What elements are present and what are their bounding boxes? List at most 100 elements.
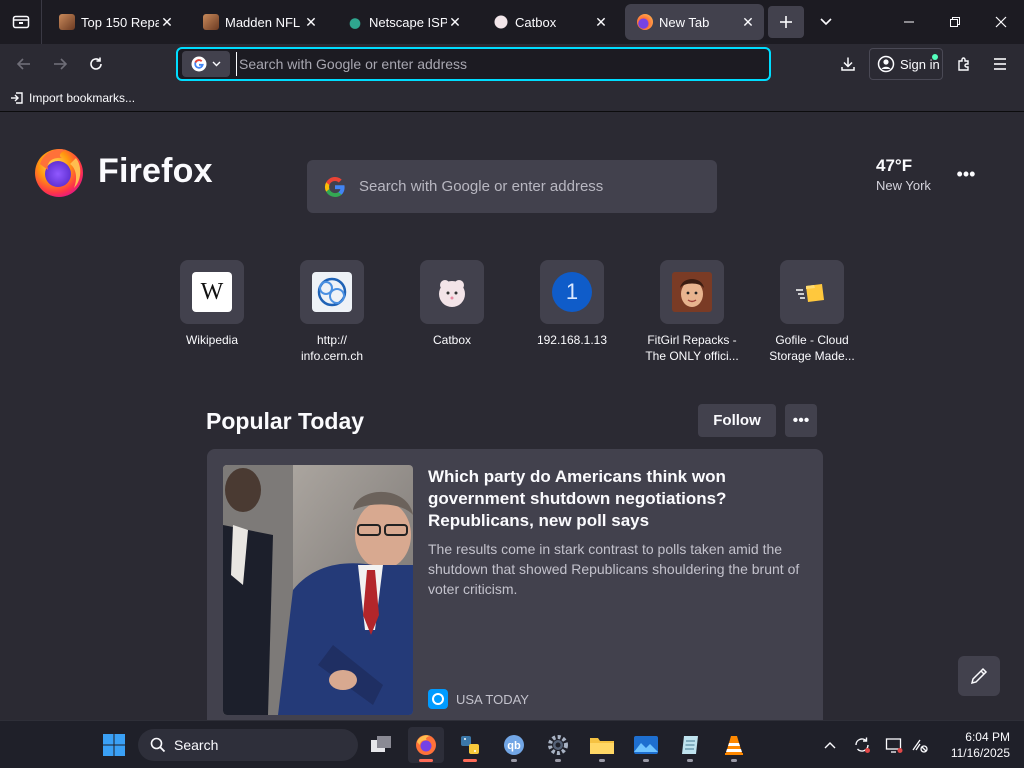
close-icon[interactable]: ✕ (447, 14, 463, 30)
taskbar-photos[interactable] (628, 727, 664, 763)
chevron-down-icon (820, 18, 832, 26)
url-input[interactable] (236, 52, 769, 76)
monitor-icon (885, 738, 903, 753)
running-indicator (463, 759, 477, 762)
notification-dot (932, 54, 938, 60)
usa-today-logo-icon (428, 689, 448, 709)
close-icon[interactable]: ✕ (159, 14, 175, 30)
start-button[interactable] (96, 727, 132, 763)
taskbar-search-box[interactable]: Search (138, 729, 358, 761)
plus-icon (780, 16, 792, 28)
tab-title: Catbox (515, 14, 557, 30)
more-horizontal-icon: ••• (956, 163, 976, 184)
shortcut-192-168-1-13[interactable]: 1 192.168.1.13 (532, 260, 612, 348)
extensions-button[interactable] (948, 48, 980, 80)
task-view-icon (371, 736, 391, 752)
vlc-icon (725, 736, 743, 755)
follow-button[interactable]: Follow (698, 404, 776, 437)
shortcut-label: Gofile - Cloud Storage Made... (769, 333, 855, 363)
customize-button[interactable] (958, 656, 1000, 696)
forward-arrow-icon (54, 58, 68, 70)
network-status-icon[interactable] (908, 733, 932, 757)
newtab-search-box[interactable]: Search with Google or enter address (307, 160, 717, 213)
app-menu-button[interactable] (984, 48, 1016, 80)
folder-icon (590, 738, 614, 754)
sync-icon (855, 737, 870, 753)
story-card[interactable]: Which party do Americans think won gover… (207, 449, 823, 720)
reload-icon (90, 57, 102, 70)
taskbar-file-explorer[interactable] (584, 727, 620, 763)
running-indicator (419, 759, 433, 762)
shortcut-catbox[interactable]: Catbox (412, 260, 492, 348)
tab-top-150-repacks[interactable]: Top 150 Repacks ✕ (47, 4, 183, 40)
tab-catbox[interactable]: Catbox ✕ (481, 4, 617, 40)
list-all-tabs-button[interactable] (810, 6, 842, 38)
new-tab-button[interactable] (768, 6, 804, 38)
taskbar-notepad[interactable] (672, 727, 708, 763)
tab-netscape-isp[interactable]: Netscape ISP Ho ✕ (335, 4, 471, 40)
shortcut-label: FitGirl Repacks - The ONLY offici... (645, 333, 739, 363)
shortcut-gofile[interactable]: Gofile - Cloud Storage Made... (769, 260, 855, 364)
sign-in-button[interactable]: Sign in (869, 48, 943, 80)
weather-widget[interactable]: 47°F New York (876, 156, 931, 193)
newtab-search-placeholder: Search with Google or enter address (359, 178, 604, 195)
bookmarks-toolbar: Import bookmarks... (0, 84, 1024, 112)
shortcut-tile: 1 (540, 260, 604, 324)
close-icon[interactable]: ✕ (303, 14, 319, 30)
shortcut-label: 192.168.1.13 (536, 333, 608, 347)
close-window-button[interactable] (978, 0, 1024, 44)
reload-button[interactable] (80, 48, 112, 80)
address-bar[interactable] (176, 47, 771, 81)
weather-options-button[interactable]: ••• (952, 162, 980, 186)
display-status-icon[interactable] (882, 733, 906, 757)
running-indicator (731, 759, 737, 762)
system-clock[interactable]: 6:04 PM 11/16/2025 (938, 729, 1010, 761)
shortcut-fitgirl-repacks[interactable]: FitGirl Repacks - The ONLY offici... (645, 260, 739, 364)
section-options-button[interactable]: ••• (785, 404, 817, 437)
minimize-button[interactable] (886, 0, 932, 44)
shortcut-wikipedia[interactable]: W Wikipedia (172, 260, 252, 348)
firefox-view-button[interactable] (0, 0, 42, 44)
firefox-logo-icon (35, 149, 83, 197)
minimize-icon (904, 21, 914, 23)
close-icon[interactable]: ✕ (740, 14, 756, 30)
task-view-button[interactable] (364, 727, 400, 763)
downloads-button[interactable] (832, 48, 864, 80)
shortcut-label: Wikipedia (185, 333, 239, 347)
running-indicator (643, 759, 649, 762)
forward-button[interactable] (44, 48, 76, 80)
sync-status-icon[interactable] (850, 733, 874, 757)
fitgirl-icon (672, 272, 712, 312)
gear-icon (548, 735, 568, 755)
running-indicator (555, 759, 561, 762)
story-title[interactable]: Which party do Americans think won gover… (428, 466, 798, 532)
windows-logo-icon (103, 734, 125, 756)
taskbar-firefox[interactable] (408, 727, 444, 763)
google-icon (191, 56, 207, 72)
taskbar-python[interactable] (452, 727, 488, 763)
show-hidden-icons-button[interactable] (818, 733, 842, 757)
tab-new-tab[interactable]: New Tab ✕ (625, 4, 764, 40)
search-icon (150, 737, 166, 753)
taskbar-vlc[interactable] (716, 727, 752, 763)
shortcut-cern[interactable]: http:// info.cern.ch (292, 260, 372, 364)
close-icon[interactable]: ✕ (593, 14, 609, 30)
close-icon (995, 16, 1007, 28)
shortcut-tile (420, 260, 484, 324)
import-bookmarks-button[interactable]: Import bookmarks... (10, 89, 135, 107)
python-icon (461, 736, 479, 754)
clock-date: 11/16/2025 (950, 746, 1010, 760)
story-source-label: USA TODAY (456, 691, 529, 707)
search-engine-selector[interactable] (182, 51, 230, 77)
clock-time: 6:04 PM (965, 730, 1010, 744)
tab-madden-nfl-20[interactable]: Madden NFL 20 ✕ (191, 4, 327, 40)
tab-title: Top 150 Repacks (81, 14, 159, 30)
restore-button[interactable] (932, 0, 978, 44)
running-indicator (687, 759, 693, 762)
catbox-favicon-icon (493, 14, 509, 30)
restore-icon (950, 17, 960, 27)
taskbar-qbittorrent[interactable]: qb (496, 727, 532, 763)
number-one-icon: 1 (552, 272, 592, 312)
taskbar-settings[interactable] (540, 727, 576, 763)
back-button[interactable] (8, 48, 40, 80)
